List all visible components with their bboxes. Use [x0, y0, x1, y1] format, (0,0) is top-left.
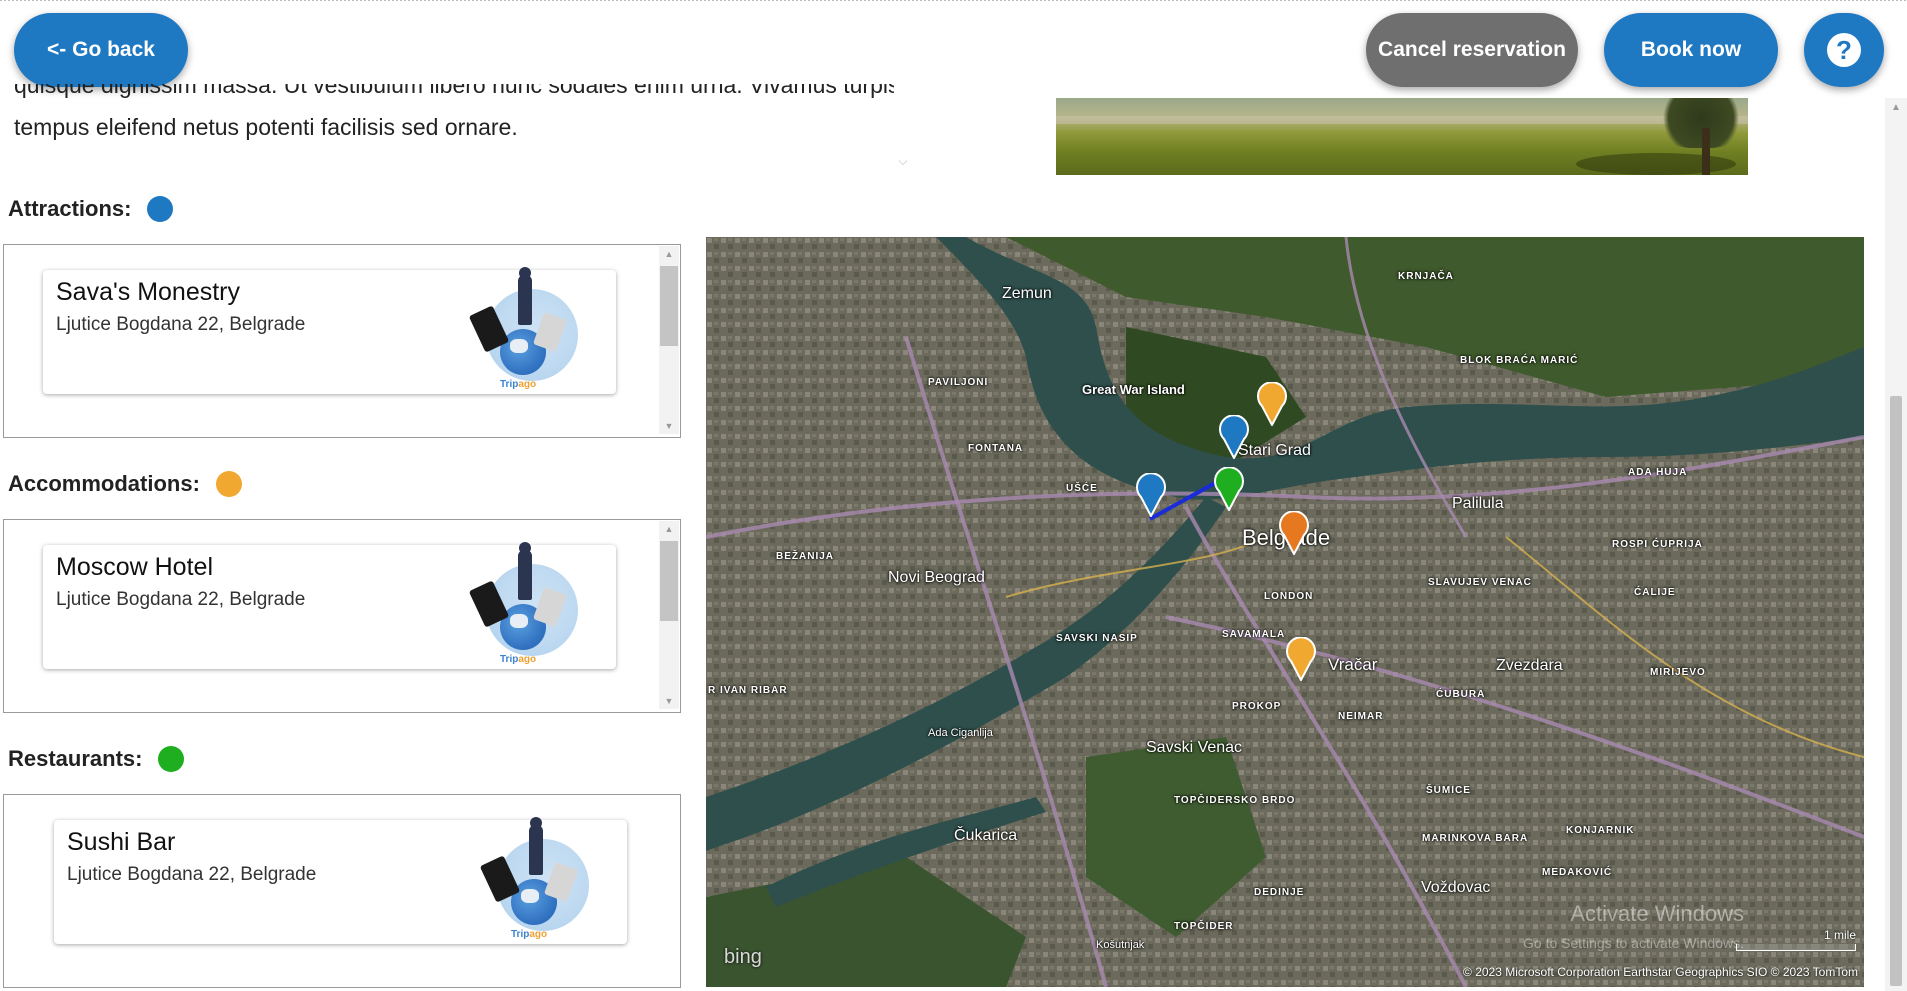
cancel-reservation-button[interactable]: Cancel reservation [1366, 13, 1578, 87]
tripago-logo: Tripago [479, 817, 589, 941]
attractions-color-dot [147, 196, 174, 222]
tripago-logo: Tripago [468, 267, 578, 391]
map-label-kosutnjak: Košutnjak [1096, 939, 1145, 951]
map-label-ada-ciganlija: Ada Ciganlija [928, 727, 993, 739]
accommodations-scrollbar[interactable]: ▲ ▼ [659, 521, 679, 709]
tripago-logo: Tripago [468, 542, 578, 666]
map-label-vracar: Vračar [1328, 655, 1378, 674]
map-label-cukarica: Čukarica [954, 827, 1018, 844]
map-view[interactable]: Zemun Great War Island Stari Grad Belgra… [706, 237, 1864, 987]
map-copyright: © 2023 Microsoft Corporation Earthstar G… [1463, 965, 1858, 979]
help-icon: ? [1827, 33, 1861, 67]
map-label-london: LONDON [1264, 591, 1314, 602]
map-label-prokop: PROKOP [1232, 701, 1282, 712]
map-label-novi-beograd: Novi Beograd [888, 569, 985, 586]
description-line-2: tempus eleifend netus potenti facilisis … [14, 114, 518, 140]
map-label-neimar: NEIMAR [1338, 711, 1384, 722]
book-now-button[interactable]: Book now [1604, 13, 1778, 87]
go-back-button[interactable]: <- Go back [14, 13, 188, 87]
map-label-fontana: FONTANA [968, 443, 1024, 454]
attractions-heading: Attractions: [8, 196, 174, 222]
scroll-thumb[interactable] [660, 266, 678, 346]
map-label-savamala: SAVAMALA [1222, 629, 1286, 640]
map-label-usce: UŠĆE [1066, 483, 1098, 494]
map-label-topcider: TOPČIDER [1174, 921, 1234, 932]
map-label-blok-braca-maric: BLOK BRAĆA MARIĆ [1460, 355, 1579, 366]
map-pin-attraction[interactable] [1219, 415, 1249, 459]
map-label-zemun: Zemun [1002, 285, 1052, 302]
restaurants-color-dot [158, 746, 185, 772]
restaurants-list[interactable]: Sushi Bar Ljutice Bogdana 22, Belgrade T… [3, 794, 681, 988]
attractions-title: Attractions: [8, 196, 132, 221]
map-label-medakovic: MEDAKOVIĆ [1542, 867, 1613, 878]
map-pin-accommodation[interactable] [1286, 637, 1316, 681]
map-label-dedinje: DEDINJE [1254, 887, 1305, 898]
restaurants-title: Restaurants: [8, 746, 143, 771]
scroll-up-icon[interactable]: ▲ [663, 523, 675, 535]
accommodations-heading: Accommodations: [8, 471, 242, 497]
destination-photo [1056, 98, 1748, 175]
map-label-topcidersko-brdo: TOPČIDERSKO BRDO [1174, 795, 1296, 806]
scroll-down-icon[interactable]: ▼ [663, 420, 675, 432]
map-pin-accommodation[interactable] [1257, 382, 1287, 426]
map-label-savski-venac: Savski Venac [1146, 739, 1243, 756]
map-scale-label: 1 mile [1823, 928, 1856, 942]
bing-logo: bing [724, 946, 762, 968]
page-scroll-up-icon[interactable]: ▲ [1891, 102, 1901, 113]
map-label-krnjaca: KRNJAČA [1398, 271, 1454, 282]
map-label-sumice: ŠUMICE [1426, 785, 1471, 796]
attraction-address: Ljutice Bogdana 22, Belgrade [56, 314, 306, 335]
scroll-down-icon[interactable]: ▼ [663, 695, 675, 707]
map-label-ada-huja: ADA HUJA [1628, 467, 1688, 478]
map-pin-restaurant[interactable] [1214, 467, 1244, 511]
map-scale: 1 mile [1736, 928, 1856, 951]
restaurant-address: Ljutice Bogdana 22, Belgrade [67, 864, 317, 885]
map-label-ivan-ribar: R IVAN RIBAR [708, 685, 788, 696]
map-label-bezanija: BEŽANIJA [776, 551, 835, 562]
map-label-savski-nasip: SAVSKI NASIP [1056, 633, 1138, 644]
map-label-palilula: Palilula [1452, 495, 1504, 512]
attraction-name: Sava's Monestry [56, 278, 241, 306]
accommodations-title: Accommodations: [8, 471, 200, 496]
attractions-scrollbar[interactable]: ▲ ▼ [659, 246, 679, 434]
accommodations-list[interactable]: Moscow Hotel Ljutice Bogdana 22, Belgrad… [3, 519, 681, 713]
page-scroll-thumb[interactable] [1890, 396, 1902, 986]
attractions-list[interactable]: Sava's Monestry Ljutice Bogdana 22, Belg… [3, 244, 681, 438]
map-label-slavujev-venac: SLAVUJEV VENAC [1428, 577, 1532, 588]
scroll-up-icon[interactable]: ▲ [663, 248, 675, 260]
map-imagery [706, 237, 1864, 987]
description-line-1: quisque dignissim massa. Ut vestibulum l… [14, 84, 894, 98]
page-scrollbar[interactable]: ▲ [1885, 98, 1907, 991]
accommodations-color-dot [215, 471, 242, 497]
map-label-vozdovac: Voždovac [1421, 879, 1491, 896]
accommodation-card[interactable]: Moscow Hotel Ljutice Bogdana 22, Belgrad… [43, 542, 616, 669]
accommodation-address: Ljutice Bogdana 22, Belgrade [56, 589, 306, 610]
activate-windows-watermark: Activate Windows [1570, 901, 1744, 926]
restaurant-name: Sushi Bar [67, 828, 176, 856]
map-label-konjarnik: KONJARNIK [1566, 825, 1635, 836]
attraction-card[interactable]: Sava's Monestry Ljutice Bogdana 22, Belg… [43, 267, 616, 394]
description-text: quisque dignissim massa. Ut vestibulum l… [14, 84, 894, 144]
map-label-calije: ĆALIJE [1634, 587, 1676, 598]
description-scroll-down-icon[interactable]: ⌵ [893, 154, 913, 176]
map-label-great-war-island: Great War Island [1082, 382, 1185, 397]
help-button[interactable]: ? [1804, 13, 1884, 87]
restaurants-heading: Restaurants: [8, 746, 185, 772]
top-border [0, 0, 1907, 2]
map-label-mirijevo: MIRIJEVO [1650, 667, 1706, 678]
map-label-paviljoni: PAVILJONI [928, 377, 989, 388]
activate-windows-subtext: Go to Settings to activate Windows. [1523, 935, 1744, 951]
map-pin-accommodation[interactable] [1279, 511, 1309, 555]
map-pin-attraction[interactable] [1136, 473, 1166, 517]
map-label-cubura: ĆUBURA [1436, 689, 1486, 700]
restaurant-card[interactable]: Sushi Bar Ljutice Bogdana 22, Belgrade T… [54, 817, 627, 944]
map-label-zvezdara: Zvezdara [1496, 657, 1563, 674]
scroll-thumb[interactable] [660, 541, 678, 621]
accommodation-name: Moscow Hotel [56, 553, 213, 581]
map-label-marinkova-bara: MARINKOVA BARA [1422, 833, 1529, 844]
map-label-rospi-cuprija: ROSPI ĆUPRIJA [1612, 539, 1703, 550]
